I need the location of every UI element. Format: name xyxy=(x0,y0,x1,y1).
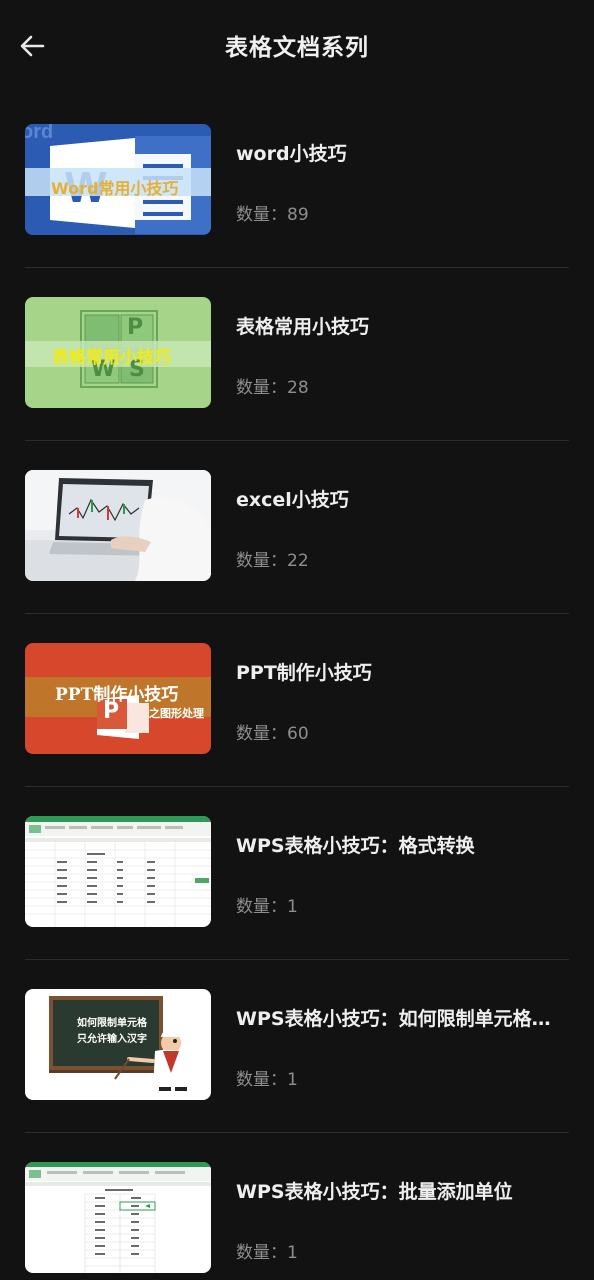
svg-text:ord: ord xyxy=(25,124,53,143)
list-item[interactable]: ord W Word常用小技巧 word小技巧 数量：89 xyxy=(0,95,594,268)
list-item[interactable]: excel小技巧 数量：22 xyxy=(0,441,594,614)
item-title: WPS表格小技巧：如何限制单元格只允许输入汉字 xyxy=(236,1008,561,1030)
list-item[interactable]: 如何限制单元格 只允许输入汉字 WPS表格小技巧：如何限制单元格只允许输入汉字 … xyxy=(0,960,594,1133)
thumbnail-subtitle-text: 之图形处理 xyxy=(149,707,204,720)
list-item[interactable]: WPS表格小技巧：格式转换 数量：1 xyxy=(0,787,594,960)
thumbnail-banner-text: Word常用小技巧 xyxy=(51,179,179,198)
item-count: 数量：60 xyxy=(236,724,309,744)
item-title: PPT制作小技巧 xyxy=(236,662,372,684)
chalkboard-text-line1: 如何限制单元格 xyxy=(77,1018,147,1029)
item-title: 表格常用小技巧 xyxy=(236,316,370,338)
ppt-tips-thumbnail: P PPT制作小技巧 之图形处理 xyxy=(25,643,211,754)
table-tips-thumbnail: P W S 表格常用小技巧 xyxy=(25,297,211,408)
item-title: WPS表格小技巧：格式转换 xyxy=(236,835,475,857)
item-count: 数量：1 xyxy=(236,1243,298,1263)
list-item[interactable]: P PPT制作小技巧 之图形处理 PPT制作小技巧 数量：60 xyxy=(0,614,594,787)
thumbnail-logo-letter: P xyxy=(127,315,144,340)
word-tips-thumbnail: ord W Word常用小技巧 xyxy=(25,124,211,235)
item-count: 数量：28 xyxy=(236,378,309,398)
item-count: 数量：1 xyxy=(236,1070,298,1090)
item-count: 数量：1 xyxy=(236,897,298,917)
item-title: excel小技巧 xyxy=(236,489,349,511)
excel-tips-thumbnail xyxy=(25,470,211,581)
series-list: ord W Word常用小技巧 word小技巧 数量：89 xyxy=(0,95,594,1280)
app-screen: 表格文档系列 ord W Word常用小技巧 xyxy=(0,0,594,1280)
item-count: 数量：89 xyxy=(236,205,309,225)
thumbnail-banner-text: 表格常用小技巧 xyxy=(52,348,171,368)
restrict-input-thumbnail: 如何限制单元格 只允许输入汉字 xyxy=(25,989,211,1100)
item-count: 数量：22 xyxy=(236,551,309,571)
format-conversion-thumbnail xyxy=(25,816,211,927)
chalkboard-text-line2: 只允许输入汉字 xyxy=(77,1034,147,1045)
top-bar: 表格文档系列 xyxy=(0,0,594,95)
batch-units-thumbnail xyxy=(25,1162,211,1273)
list-item[interactable]: WPS表格小技巧：批量添加单位 数量：1 xyxy=(0,1133,594,1280)
thumbnail-banner-text: PPT制作小技巧 xyxy=(55,685,179,705)
item-title: WPS表格小技巧：批量添加单位 xyxy=(236,1181,513,1203)
page-title: 表格文档系列 xyxy=(225,35,369,61)
list-item[interactable]: P W S 表格常用小技巧 表格常用小技巧 数量：28 xyxy=(0,268,594,441)
item-title: word小技巧 xyxy=(236,143,347,165)
